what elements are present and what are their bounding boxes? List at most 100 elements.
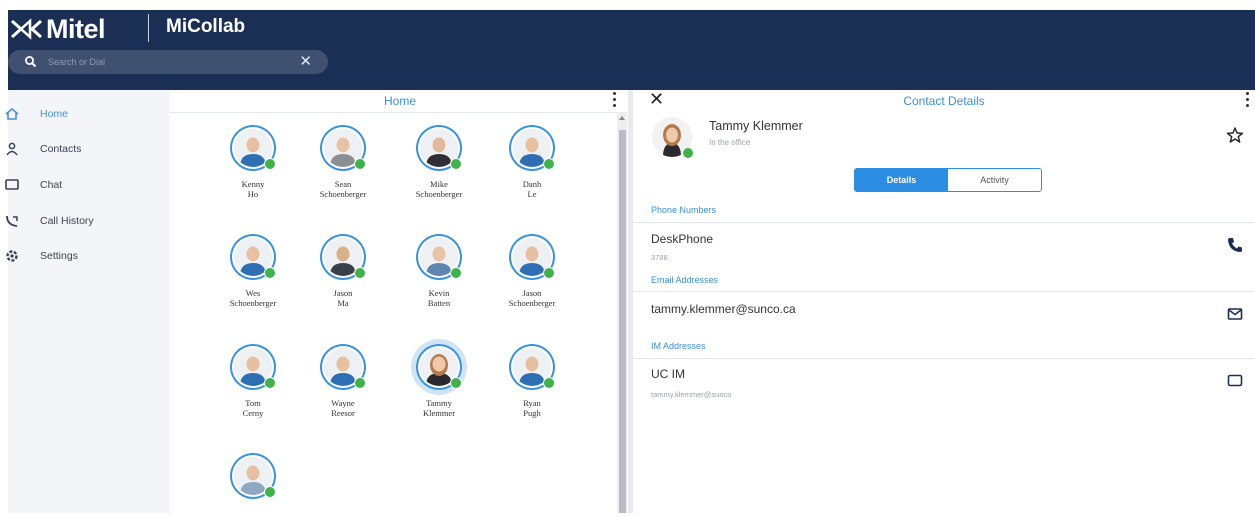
- sidebar-item-label: Call History: [40, 215, 94, 227]
- sidebar-item-label: Contacts: [40, 143, 82, 155]
- divider: [633, 358, 1255, 359]
- contacts-icon: [6, 142, 18, 156]
- contact-card[interactable]: Tom Cerny: [208, 344, 298, 418]
- app-header: Mitel MiCollab ✕: [8, 10, 1255, 90]
- contact-name: Wayne Reesor: [331, 398, 355, 418]
- avatar: [320, 125, 366, 171]
- email-addresses-header: Email Addresses: [651, 275, 719, 285]
- presence-indicator: [450, 267, 462, 279]
- contact-card[interactable]: Wes Schoenberger: [208, 234, 298, 308]
- im-address: tammy.klemmer@sunco: [651, 390, 732, 399]
- presence-indicator: [354, 377, 366, 389]
- more-menu-icon[interactable]: [608, 90, 620, 112]
- avatar: [230, 234, 276, 280]
- phone-call-icon[interactable]: [1226, 236, 1244, 254]
- phone-number: 3786: [651, 253, 668, 262]
- phone-label: DeskPhone: [651, 232, 714, 246]
- brand-name: Mitel: [46, 13, 106, 44]
- presence-indicator: [682, 147, 694, 159]
- email-icon[interactable]: [1226, 305, 1244, 323]
- contact-card[interactable]: Kevin Batten: [394, 234, 484, 308]
- mitel-logo: Mitel: [8, 10, 106, 48]
- search-icon: [25, 56, 37, 68]
- sidebar-item-settings[interactable]: Settings: [6, 242, 170, 270]
- presence-indicator: [264, 377, 276, 389]
- im-label: UC IM: [651, 367, 685, 381]
- contact-card[interactable]: Danh Le: [487, 125, 577, 199]
- avatar: [416, 234, 462, 280]
- contact-name: [208, 507, 298, 517]
- star-icon[interactable]: [1226, 126, 1244, 144]
- sidebar-item-home[interactable]: Home: [5, 100, 170, 128]
- scroll-up-icon[interactable]: [619, 116, 625, 120]
- avatar: [652, 117, 694, 159]
- contact-name: Tammy Klemmer: [709, 119, 803, 133]
- contact-name: Kenny Ho: [241, 179, 265, 199]
- presence-indicator: [264, 158, 276, 170]
- sidebar-item-contacts[interactable]: Contacts: [6, 135, 170, 163]
- call-history-icon: [6, 215, 18, 227]
- presence-indicator: [354, 158, 366, 170]
- mitel-logo-icon: [11, 18, 42, 40]
- contact-card[interactable]: Kenny Ho: [208, 125, 298, 199]
- scroll-thumb[interactable]: [619, 130, 626, 513]
- home-title-bar: Home: [170, 90, 622, 113]
- chat-icon: [5, 179, 19, 190]
- settings-icon: [6, 250, 18, 262]
- divider: [633, 291, 1255, 292]
- panel-divider: [628, 90, 633, 513]
- phone-numbers-header: Phone Numbers: [651, 205, 717, 215]
- im-addresses-header: IM Addresses: [651, 341, 706, 351]
- sidebar-item-label: Settings: [40, 250, 78, 262]
- presence-indicator: [450, 377, 462, 389]
- contact-details-title: Contact Details: [903, 94, 985, 108]
- contact-details-bar: ✕ Contact Details: [633, 89, 1255, 112]
- page-title: Home: [383, 94, 416, 108]
- search-bar[interactable]: ✕: [8, 50, 328, 74]
- details-activity-toggle: Details Activity: [854, 168, 1042, 192]
- app-title: MiCollab: [166, 16, 246, 37]
- contact-name: Wes Schoenberger: [229, 288, 277, 308]
- chat-icon[interactable]: [1226, 372, 1244, 390]
- divider: [633, 222, 1255, 223]
- contact-card[interactable]: Wayne Reesor: [298, 344, 388, 418]
- presence-indicator: [543, 267, 555, 279]
- presence-indicator: [354, 267, 366, 279]
- contact-name: Sean Schoenberger: [319, 179, 367, 199]
- contact-card[interactable]: [208, 453, 298, 517]
- presence-indicator: [264, 486, 276, 498]
- home-icon: [5, 107, 19, 120]
- sidebar-item-label: Chat: [40, 179, 63, 191]
- contact-name: Danh Le: [522, 179, 542, 199]
- contact-card[interactable]: Ryan Pugh: [487, 344, 577, 418]
- contact-name: Jason Ma: [333, 288, 353, 308]
- more-menu-icon[interactable]: [1241, 90, 1253, 112]
- contact-card[interactable]: Jason Schoenberger: [487, 234, 577, 308]
- avatar: [230, 453, 276, 499]
- contact-card[interactable]: Tammy Klemmer: [394, 344, 484, 418]
- sidebar-item-chat[interactable]: Chat: [5, 171, 170, 199]
- contact-status: In the office: [709, 138, 751, 147]
- avatar: [320, 344, 366, 390]
- contact-name: Mike Schoenberger: [415, 179, 463, 199]
- close-icon[interactable]: ✕: [299, 53, 312, 71]
- avatar: [509, 125, 555, 171]
- sidebar-item-label: Home: [40, 108, 69, 120]
- header-divider: [148, 14, 149, 42]
- contact-name: Ryan Pugh: [523, 398, 541, 418]
- contact-card[interactable]: Jason Ma: [298, 234, 388, 308]
- scrollbar[interactable]: [617, 112, 627, 513]
- tab-details[interactable]: Details: [855, 169, 948, 191]
- contact-name: Jason Schoenberger: [508, 288, 556, 308]
- email-address: tammy.klemmer@sunco.ca: [651, 302, 796, 316]
- contact-name: Tom Cerny: [242, 398, 264, 418]
- contact-card[interactable]: Sean Schoenberger: [298, 125, 388, 199]
- tab-activity[interactable]: Activity: [948, 169, 1041, 191]
- presence-indicator: [450, 158, 462, 170]
- contact-card[interactable]: Mike Schoenberger: [394, 125, 484, 199]
- avatar: [230, 125, 276, 171]
- presence-indicator: [543, 158, 555, 170]
- sidebar-item-call-history[interactable]: Call History: [6, 207, 170, 235]
- contact-name: Kevin Batten: [427, 288, 451, 308]
- search-input[interactable]: [46, 56, 280, 68]
